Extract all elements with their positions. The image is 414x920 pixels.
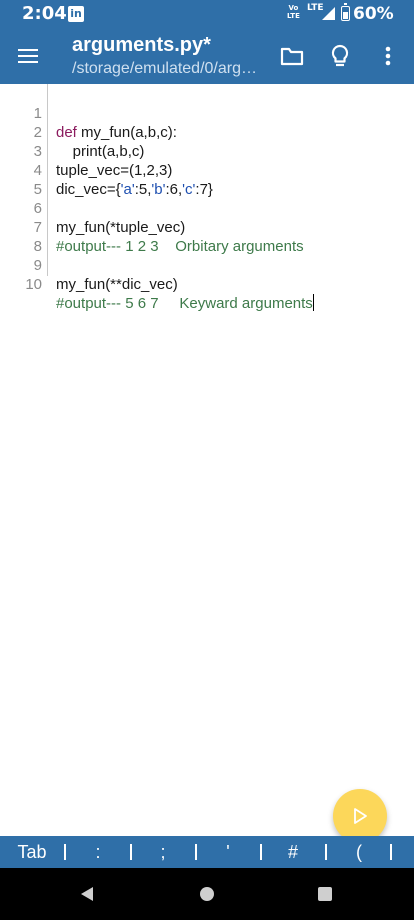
code-line[interactable]: 10 #output--- 5 6 7 Keyward arguments [0,256,414,312]
code-editor[interactable]: 1 def my_fun(a,b,c): 2 print(a,b,c) 3 tu… [0,84,414,836]
key-semicolon[interactable]: ; [140,836,186,868]
file-title: arguments.py* [72,34,211,56]
divider [64,844,66,860]
code-line[interactable]: 4 dic_vec={'a':5,'b':6,'c':7} [0,142,414,198]
home-icon[interactable] [193,880,221,908]
code-line[interactable]: 9 my_fun(**dic_vec) [0,237,414,293]
divider [195,844,197,860]
file-path: /storage/emulated/0/arguments.py [72,60,258,77]
status-bar: 2:04 in Vo LTE LTE 60% [0,0,414,28]
code-line[interactable]: 6 my_fun(*tuple_vec) [0,180,414,236]
divider [260,844,262,860]
code-comment: #output--- 5 6 7 Keyward arguments [56,295,313,312]
symbol-bar: Tab : ; ' # ( [0,836,414,868]
code-line[interactable]: 7 #output--- 1 2 3 Orbitary arguments [0,199,414,255]
key-colon[interactable]: : [74,836,122,868]
key-hash[interactable]: # [270,836,316,868]
divider [325,844,327,860]
divider [130,844,132,860]
menu-icon[interactable] [12,40,44,72]
lightbulb-icon[interactable] [324,40,356,72]
battery-percent: 60% [353,4,394,24]
volte-icon: Vo LTE [287,4,300,20]
linkedin-icon: in [68,6,84,22]
key-tab[interactable]: Tab [8,836,56,868]
key-quote[interactable]: ' [205,836,251,868]
app-bar: arguments.py* /storage/emulated/0/argume… [0,28,414,84]
battery-icon [341,3,350,21]
back-icon[interactable] [73,880,101,908]
line-number: 10 [25,276,42,293]
code-text: my_fun(**dic_vec) [56,276,178,293]
text-cursor [312,294,314,311]
folder-icon[interactable] [276,40,308,72]
recents-icon[interactable] [311,880,339,908]
navigation-bar [0,868,414,920]
divider [390,844,392,860]
code-line[interactable]: 2 print(a,b,c) [0,104,414,160]
code-line[interactable]: 5 [0,161,414,198]
key-paren[interactable]: ( [335,836,383,868]
signal-icon [322,7,336,25]
code-line[interactable]: 8 [0,218,414,255]
status-time: 2:04 [22,3,67,24]
more-vert-icon[interactable] [372,40,404,72]
play-icon [354,808,367,824]
code-line[interactable]: 1 def my_fun(a,b,c): [0,85,414,141]
run-button[interactable] [333,789,387,843]
code-line[interactable]: 3 tuple_vec=(1,2,3) [0,123,414,179]
